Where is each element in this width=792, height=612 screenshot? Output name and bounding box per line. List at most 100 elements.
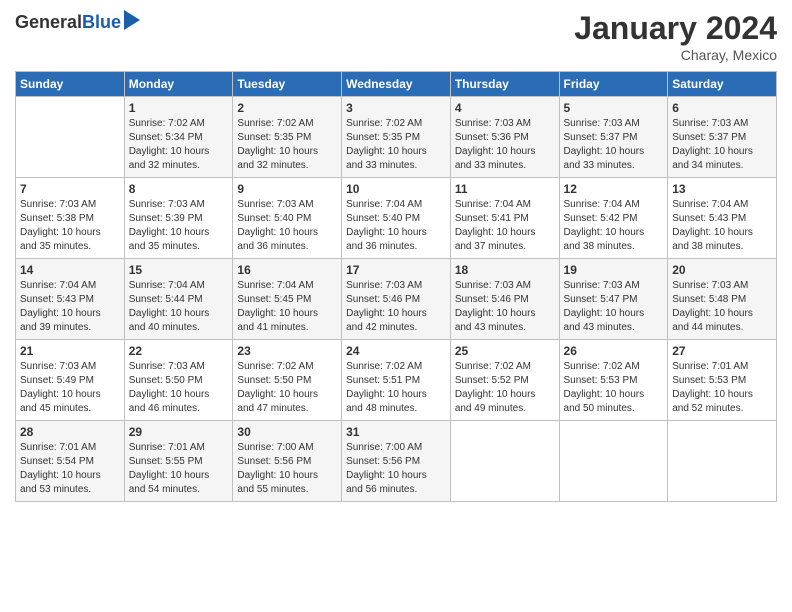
day-number: 31 [346,425,446,439]
day-number: 3 [346,101,446,115]
calendar-cell: 25Sunrise: 7:02 AM Sunset: 5:52 PM Dayli… [450,340,559,421]
calendar-cell: 19 Sunrise: 7:03 AM Sunset: 5:47 PM Dayli… [559,259,668,340]
day-number: 1 [129,101,229,115]
cell-content: Sunrise: 7:03 AM Sunset: 5:46 PM Dayligh… [346,279,446,335]
weekday-header: Sunday [16,72,125,97]
calendar-cell: 2 Sunrise: 7:02 AM Sunset: 5:35 PM Daylig… [233,97,342,178]
calendar-table: SundayMondayTuesdayWednesdayThursdayFrid… [15,71,777,502]
calendar-cell: 4 Sunrise: 7:03 AM Sunset: 5:36 PM Daylig… [450,97,559,178]
calendar-cell: 12 Sunrise: 7:04 AM Sunset: 5:42 PM Dayli… [559,178,668,259]
logo-blue-text: Blue [82,12,121,33]
cell-content: Sunrise: 7:04 AM Sunset: 5:40 PM Dayligh… [346,198,446,254]
cell-content: Sunrise: 7:03 AM Sunset: 5:37 PM Dayligh… [672,117,772,173]
calendar-cell [559,421,668,502]
day-number: 9 [237,182,337,196]
cell-content: Sunrise: 7:02 AM Sunset: 5:35 PM Dayligh… [237,117,337,173]
calendar-cell: 1 Sunrise: 7:02 AM Sunset: 5:34 PM Daylig… [124,97,233,178]
weekday-header: Tuesday [233,72,342,97]
day-number: 28 [20,425,120,439]
calendar-cell: 11 Sunrise: 7:04 AM Sunset: 5:41 PM Dayli… [450,178,559,259]
day-number: 24 [346,344,446,358]
cell-content: Sunrise: 7:01 AM Sunset: 5:54 PM Dayligh… [20,441,120,497]
cell-content: Sunrise: 7:00 AM Sunset: 5:56 PM Dayligh… [237,441,337,497]
calendar-cell: 30 Sunrise: 7:00 AM Sunset: 5:56 PM Dayli… [233,421,342,502]
cell-content: Sunrise: 7:04 AM Sunset: 5:44 PM Dayligh… [129,279,229,335]
day-number: 20 [672,263,772,277]
calendar-cell: 23 Sunrise: 7:02 AM Sunset: 5:50 PM Dayli… [233,340,342,421]
day-number: 11 [455,182,555,196]
cell-content: Sunrise: 7:02 AM Sunset: 5:50 PM Dayligh… [237,360,337,416]
calendar-cell: 24 Sunrise: 7:02 AM Sunset: 5:51 PM Dayli… [342,340,451,421]
calendar-cell: 31 Sunrise: 7:00 AM Sunset: 5:56 PM Dayli… [342,421,451,502]
calendar-cell: 16 Sunrise: 7:04 AM Sunset: 5:45 PM Dayli… [233,259,342,340]
cell-content: Sunrise: 7:04 AM Sunset: 5:45 PM Dayligh… [237,279,337,335]
calendar-cell: 20 Sunrise: 7:03 AM Sunset: 5:48 PM Dayli… [668,259,777,340]
calendar-cell: 7Sunrise: 7:03 AM Sunset: 5:38 PM Daylig… [16,178,125,259]
day-number: 18 [455,263,555,277]
day-number: 25 [455,344,555,358]
calendar-cell: 10 Sunrise: 7:04 AM Sunset: 5:40 PM Dayli… [342,178,451,259]
day-number: 23 [237,344,337,358]
day-number: 15 [129,263,229,277]
day-number: 7 [20,182,120,196]
cell-content: Sunrise: 7:04 AM Sunset: 5:43 PM Dayligh… [20,279,120,335]
day-number: 30 [237,425,337,439]
logo-arrow-icon [124,10,140,30]
day-number: 2 [237,101,337,115]
calendar-cell: 26 Sunrise: 7:02 AM Sunset: 5:53 PM Dayli… [559,340,668,421]
title-block: January 2024 Charay, Mexico [574,10,777,63]
day-number: 14 [20,263,120,277]
day-number: 6 [672,101,772,115]
weekday-header: Wednesday [342,72,451,97]
cell-content: Sunrise: 7:02 AM Sunset: 5:53 PM Dayligh… [564,360,664,416]
calendar-cell: 27 Sunrise: 7:01 AM Sunset: 5:53 PM Dayli… [668,340,777,421]
weekday-header: Thursday [450,72,559,97]
calendar-cell: 15 Sunrise: 7:04 AM Sunset: 5:44 PM Dayli… [124,259,233,340]
day-number: 13 [672,182,772,196]
cell-content: Sunrise: 7:01 AM Sunset: 5:55 PM Dayligh… [129,441,229,497]
calendar-cell: 14 Sunrise: 7:04 AM Sunset: 5:43 PM Dayli… [16,259,125,340]
cell-content: Sunrise: 7:02 AM Sunset: 5:35 PM Dayligh… [346,117,446,173]
weekday-header: Saturday [668,72,777,97]
calendar-cell: 17Sunrise: 7:03 AM Sunset: 5:46 PM Dayli… [342,259,451,340]
day-number: 27 [672,344,772,358]
cell-content: Sunrise: 7:03 AM Sunset: 5:36 PM Dayligh… [455,117,555,173]
month-title: January 2024 [574,10,777,47]
calendar-cell [668,421,777,502]
cell-content: Sunrise: 7:03 AM Sunset: 5:48 PM Dayligh… [672,279,772,335]
cell-content: Sunrise: 7:04 AM Sunset: 5:43 PM Dayligh… [672,198,772,254]
weekday-header: Friday [559,72,668,97]
day-number: 19 [564,263,664,277]
calendar-cell: 18Sunrise: 7:03 AM Sunset: 5:46 PM Dayli… [450,259,559,340]
cell-content: Sunrise: 7:02 AM Sunset: 5:51 PM Dayligh… [346,360,446,416]
calendar-cell: 28 Sunrise: 7:01 AM Sunset: 5:54 PM Dayli… [16,421,125,502]
calendar-cell: 3 Sunrise: 7:02 AM Sunset: 5:35 PM Daylig… [342,97,451,178]
calendar-cell: 13 Sunrise: 7:04 AM Sunset: 5:43 PM Dayli… [668,178,777,259]
calendar-cell: 21 Sunrise: 7:03 AM Sunset: 5:49 PM Dayli… [16,340,125,421]
cell-content: Sunrise: 7:03 AM Sunset: 5:40 PM Dayligh… [237,198,337,254]
day-number: 21 [20,344,120,358]
calendar-cell: 29Sunrise: 7:01 AM Sunset: 5:55 PM Dayli… [124,421,233,502]
day-number: 12 [564,182,664,196]
cell-content: Sunrise: 7:03 AM Sunset: 5:50 PM Dayligh… [129,360,229,416]
calendar-cell: 9 Sunrise: 7:03 AM Sunset: 5:40 PM Daylig… [233,178,342,259]
cell-content: Sunrise: 7:00 AM Sunset: 5:56 PM Dayligh… [346,441,446,497]
cell-content: Sunrise: 7:03 AM Sunset: 5:49 PM Dayligh… [20,360,120,416]
cell-content: Sunrise: 7:01 AM Sunset: 5:53 PM Dayligh… [672,360,772,416]
page-header: General Blue January 2024 Charay, Mexico [15,10,777,63]
calendar-cell [450,421,559,502]
day-number: 26 [564,344,664,358]
day-number: 8 [129,182,229,196]
cell-content: Sunrise: 7:04 AM Sunset: 5:41 PM Dayligh… [455,198,555,254]
day-number: 16 [237,263,337,277]
day-number: 10 [346,182,446,196]
logo-general-text: General [15,12,82,33]
day-number: 22 [129,344,229,358]
cell-content: Sunrise: 7:04 AM Sunset: 5:42 PM Dayligh… [564,198,664,254]
cell-content: Sunrise: 7:02 AM Sunset: 5:34 PM Dayligh… [129,117,229,173]
calendar-cell: 5Sunrise: 7:03 AM Sunset: 5:37 PM Daylig… [559,97,668,178]
day-number: 4 [455,101,555,115]
weekday-header: Monday [124,72,233,97]
cell-content: Sunrise: 7:03 AM Sunset: 5:47 PM Dayligh… [564,279,664,335]
location-title: Charay, Mexico [574,47,777,63]
